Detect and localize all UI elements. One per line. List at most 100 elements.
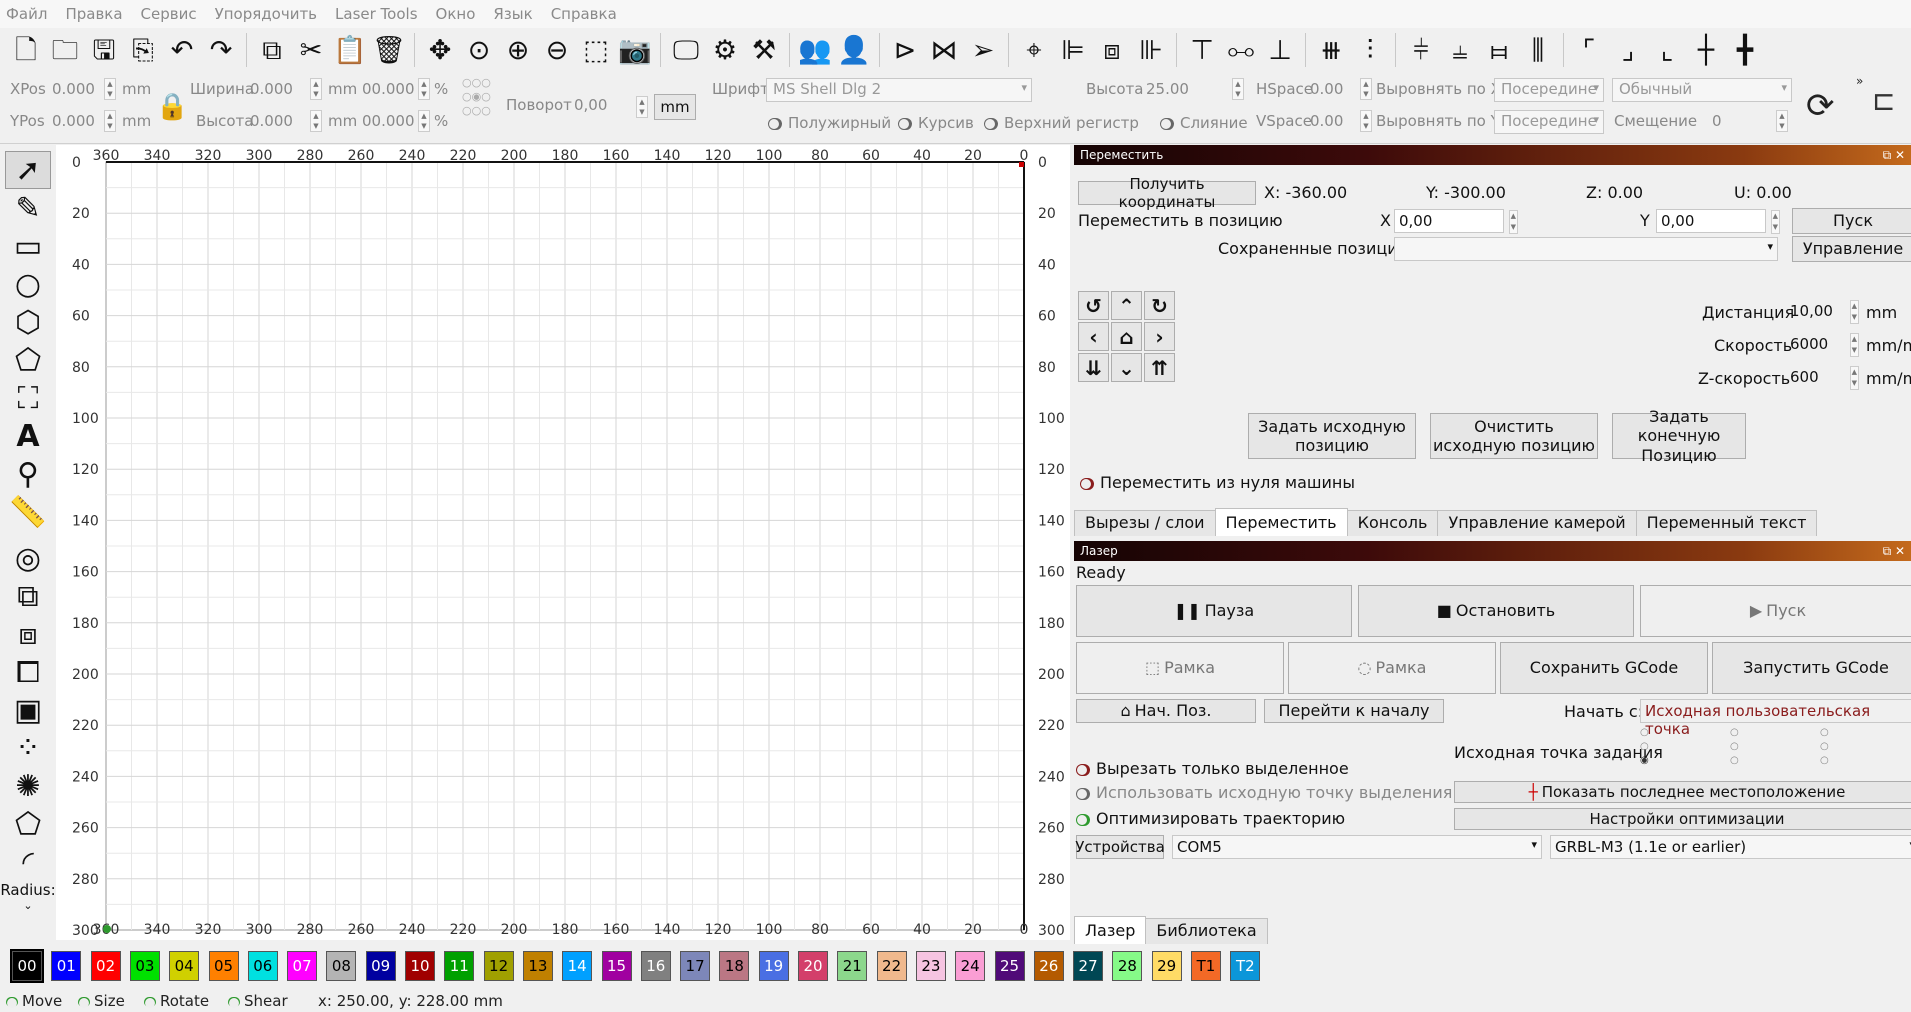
controller-select[interactable]: GRBL-M3 (1.1e or earlier)▾ xyxy=(1550,835,1911,859)
color-swatch-07[interactable]: 07 xyxy=(287,951,318,981)
jog-down-icon[interactable]: ⌄ xyxy=(1111,353,1142,382)
radio-tc[interactable]: ○ xyxy=(1730,727,1739,738)
devices-button[interactable]: Устройства xyxy=(1075,835,1165,859)
show-last-position-button[interactable]: ┼ Показать последнее местоположение xyxy=(1454,781,1911,803)
color-swatch-26[interactable]: 26 xyxy=(1033,951,1064,981)
cut-icon[interactable]: ✂ xyxy=(293,32,329,68)
color-swatch-03[interactable]: 03 xyxy=(129,951,160,981)
gear-icon[interactable]: ⚙ xyxy=(707,32,743,68)
user-icon[interactable]: 👤 xyxy=(836,32,872,68)
zoom-out-icon[interactable]: ⊖ xyxy=(539,32,575,68)
radio-bc[interactable]: ○ xyxy=(1730,755,1739,766)
camera-icon[interactable]: 📷 xyxy=(617,32,653,68)
delete-icon[interactable]: 🗑 xyxy=(371,32,407,68)
color-swatch-29[interactable]: 29 xyxy=(1151,951,1182,981)
align-top-icon[interactable]: ⊤ xyxy=(1184,32,1220,68)
start-from-select[interactable]: Исходная пользовательская точка▾ xyxy=(1640,699,1911,738)
color-swatch-16[interactable]: 16 xyxy=(640,951,671,981)
rotate-cw-icon[interactable]: ↻ xyxy=(1144,291,1175,320)
move-y-input[interactable]: 0,00 xyxy=(1656,209,1780,234)
select-arrow-icon[interactable]: ➚ xyxy=(5,151,51,189)
job-origin-radio-grid[interactable]: ○ ○ ○ ○ ○ ○ ◉ ○ ○ xyxy=(1640,727,1840,775)
unit-mm-button[interactable]: mm xyxy=(654,94,696,120)
target-icon[interactable]: ⌖ xyxy=(1016,32,1052,68)
export-icon[interactable]: ⎘ xyxy=(125,32,161,68)
equal-h-icon[interactable]: ⫼ xyxy=(1520,32,1556,68)
ellipse-icon[interactable]: ○ xyxy=(0,265,56,303)
color-swatch-09[interactable]: 09 xyxy=(365,951,396,981)
text-icon[interactable]: A xyxy=(0,417,56,455)
frame-select-icon[interactable]: ⬚ xyxy=(578,32,614,68)
color-swatch-08[interactable]: 08 xyxy=(326,951,357,981)
menu-item-2[interactable]: Сервис xyxy=(141,5,197,23)
ypos-spinner[interactable]: ▲ ▼ xyxy=(104,110,116,132)
color-swatch-T1[interactable]: T1 xyxy=(1191,951,1221,981)
tab-console[interactable]: Консоль xyxy=(1346,510,1439,536)
color-swatch-01[interactable]: 01 xyxy=(51,951,82,981)
canvas-grid[interactable]: 3603603403403203203003002802802602602402… xyxy=(56,145,1070,940)
send-icon[interactable]: ➢ xyxy=(965,32,1001,68)
corner-edit-icon[interactable]: ⬠ xyxy=(0,805,56,843)
tab-camera-control[interactable]: Управление камерой xyxy=(1437,510,1637,536)
offset-spinner[interactable]: ▲ ▼ xyxy=(1776,110,1788,132)
color-swatch-19[interactable]: 19 xyxy=(758,951,789,981)
ypos-value[interactable]: 0.000 xyxy=(52,112,95,130)
align-panel-icon[interactable]: ⊏ xyxy=(1872,84,1895,117)
boolean-subtract-icon[interactable]: ⧈ xyxy=(0,615,56,653)
clear-origin-button[interactable]: Очистить исходную позицию xyxy=(1430,413,1598,459)
open-folder-icon[interactable]: 🗀 xyxy=(47,32,83,68)
width-percent-spinner[interactable]: ▲ ▼ xyxy=(418,78,430,100)
color-swatch-20[interactable]: 20 xyxy=(798,951,828,981)
corner-radius-icon[interactable]: ◜ xyxy=(0,843,56,881)
color-swatch-04[interactable]: 04 xyxy=(169,951,200,981)
radio-br[interactable]: ○ xyxy=(1820,755,1829,766)
z-up-icon[interactable]: ⇈ xyxy=(1144,353,1175,382)
saved-positions-select[interactable]: ▾ xyxy=(1394,237,1778,261)
undo-icon[interactable]: ↶ xyxy=(164,32,200,68)
menu-item-1[interactable]: Правка xyxy=(65,5,122,23)
color-swatch-23[interactable]: 23 xyxy=(915,951,946,981)
sync-icon[interactable]: ⟳ xyxy=(1806,86,1835,126)
space-v-icon[interactable]: ⫨ xyxy=(1442,32,1478,68)
monitor-icon[interactable]: 🖵 xyxy=(668,32,704,68)
hspace-spinner[interactable]: ▲ ▼ xyxy=(1360,78,1372,100)
manage-positions-button[interactable]: Управление xyxy=(1792,236,1911,262)
color-swatch-T2[interactable]: T2 xyxy=(1230,951,1261,981)
circular-array-icon[interactable]: ✺ xyxy=(0,767,56,805)
align-center-icon[interactable]: ⧈ xyxy=(1094,32,1130,68)
menu-item-3[interactable]: Упорядочить xyxy=(215,5,317,23)
corner-tl-icon[interactable]: ⌜ xyxy=(1571,32,1607,68)
distribute-h-icon[interactable]: ⧻ xyxy=(1313,32,1349,68)
color-swatch-05[interactable]: 05 xyxy=(208,951,239,981)
crosshair-h-icon[interactable]: ┼ xyxy=(1688,32,1724,68)
use-selection-origin-toggle[interactable]: Использовать исходную точку выделения xyxy=(1076,783,1452,802)
distance-input[interactable]: 10,00 xyxy=(1786,300,1860,324)
get-coords-button[interactable]: Получить координаты xyxy=(1078,175,1256,211)
zspeed-input[interactable]: 600 xyxy=(1786,366,1860,390)
zoom-in-icon[interactable]: ⊕ xyxy=(500,32,536,68)
color-swatch-22[interactable]: 22 xyxy=(876,951,907,981)
move-x-input[interactable]: 0,00 xyxy=(1394,209,1518,234)
run-gcode-button[interactable]: Запустить GCode xyxy=(1712,642,1911,694)
zoom-fit-icon[interactable]: ⊙ xyxy=(461,32,497,68)
save-gcode-button[interactable]: Сохранить GCode xyxy=(1500,642,1708,694)
port-select[interactable]: COM5 ▾ xyxy=(1172,835,1542,859)
optimize-toggle[interactable]: Оптимизировать траекторию xyxy=(1076,809,1345,828)
location-pin-icon[interactable]: ⚲ xyxy=(0,455,56,493)
lock-icon[interactable]: 🔒 xyxy=(156,92,188,122)
color-swatch-25[interactable]: 25 xyxy=(994,951,1025,981)
tab-move[interactable]: Переместить xyxy=(1214,508,1348,536)
move-toggle[interactable]: Move xyxy=(6,992,62,1010)
menu-item-6[interactable]: Язык xyxy=(493,5,532,23)
go-to-origin-button[interactable]: Перейти к началу xyxy=(1264,699,1444,723)
radio-bl[interactable]: ◉ xyxy=(1640,755,1649,766)
paste-icon[interactable]: 📋 xyxy=(332,32,368,68)
expand-chevron-icon[interactable]: ⌄ xyxy=(0,899,56,912)
color-swatch-21[interactable]: 21 xyxy=(837,951,868,981)
offset-icon[interactable]: ◎ xyxy=(0,539,56,577)
redo-icon[interactable]: ↷ xyxy=(203,32,239,68)
align-right-icon[interactable]: ⊪ xyxy=(1133,32,1169,68)
from-zero-toggle[interactable]: Переместить из нуля машины xyxy=(1080,473,1355,492)
mirror-h-icon[interactable]: ⊳ xyxy=(887,32,923,68)
frame-rect-button[interactable]: ⬚ Рамка xyxy=(1076,642,1284,694)
